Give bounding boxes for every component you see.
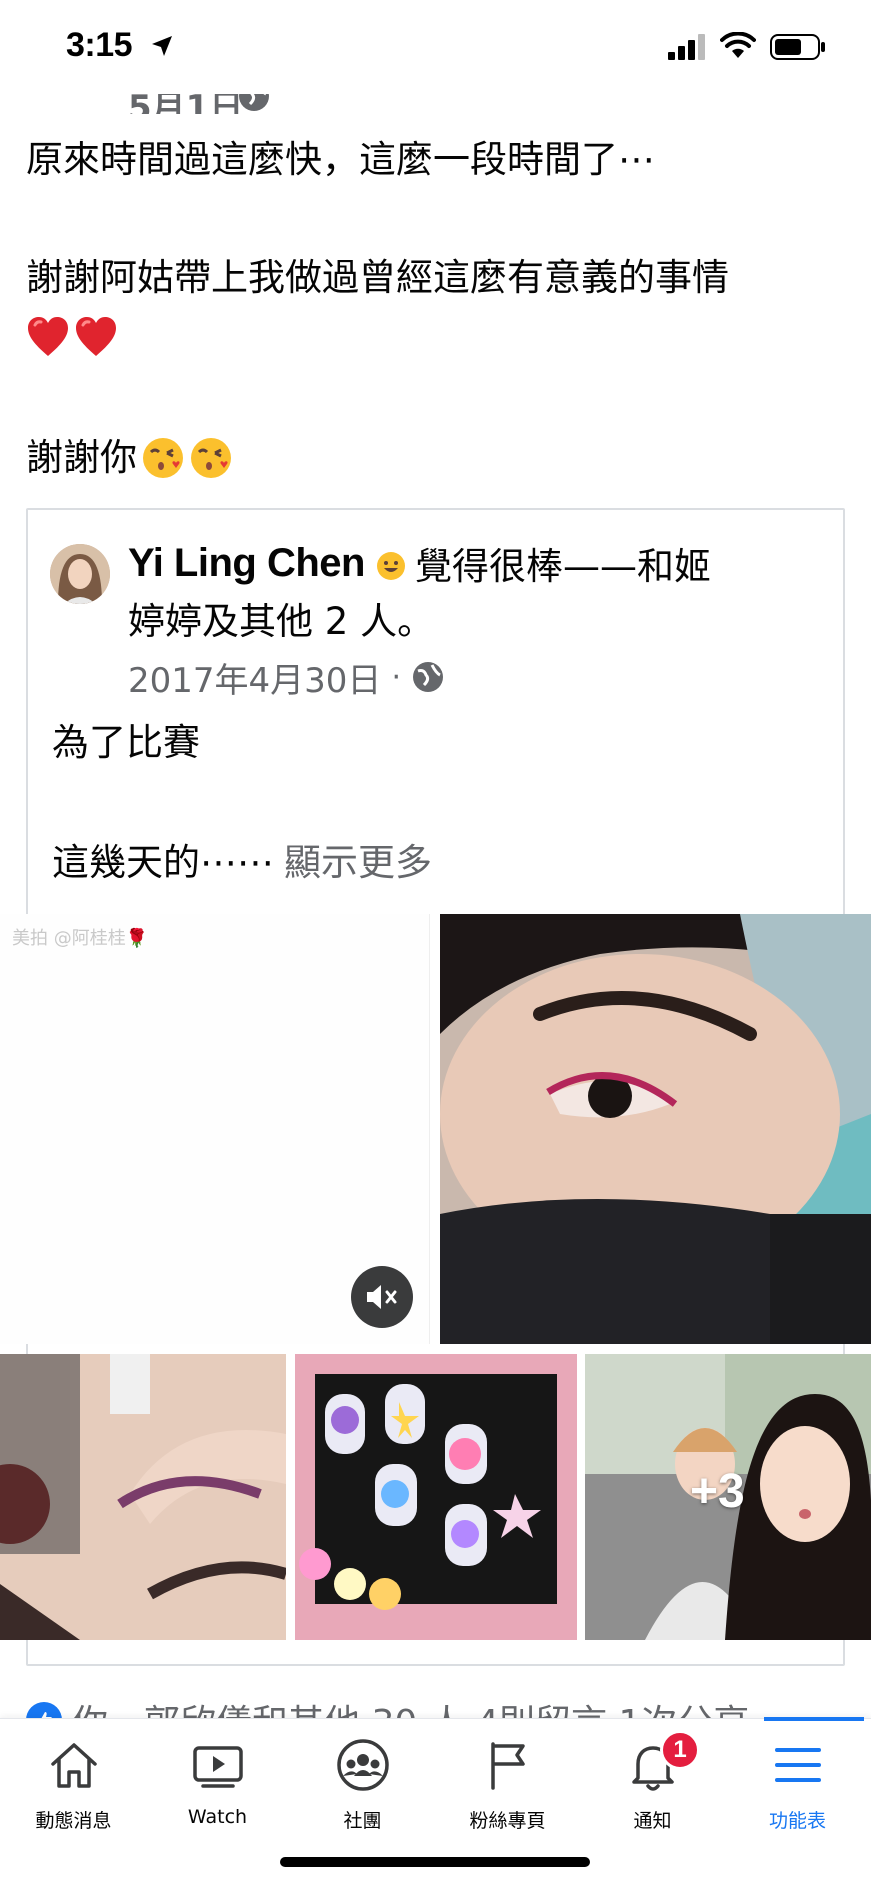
tab-watch[interactable]: Watch bbox=[145, 1736, 290, 1836]
tab-notifications[interactable]: 1 通知 bbox=[580, 1730, 725, 1836]
tab-menu[interactable]: 功能表 bbox=[725, 1736, 870, 1836]
photo-lash-closeup[interactable] bbox=[0, 1354, 286, 1640]
tagged-friends[interactable]: 婷婷及其他 2 人。 bbox=[128, 596, 434, 648]
status-time: 3:15 bbox=[66, 26, 133, 64]
feeling-text: 覺得很棒——和姬 bbox=[414, 545, 711, 588]
home-icon bbox=[50, 1743, 97, 1788]
home-indicator[interactable] bbox=[280, 1857, 590, 1867]
signal-icon bbox=[668, 34, 705, 60]
kiss-face-icon bbox=[143, 438, 183, 478]
post-text-line-1: 原來時間過這麼快，這麼一段時間了⋯ bbox=[26, 138, 655, 181]
location-arrow-icon bbox=[152, 36, 172, 56]
menu-icon bbox=[774, 1748, 821, 1782]
red-heart-icon bbox=[76, 317, 116, 356]
post-date-cut: 5月1日 bbox=[128, 94, 244, 114]
hearts-row bbox=[26, 316, 118, 362]
speaker-muted-icon bbox=[367, 1285, 397, 1309]
notification-badge: 1 bbox=[660, 1730, 700, 1770]
status-bar: 3:15 bbox=[0, 0, 871, 94]
wifi-icon bbox=[720, 32, 756, 58]
mute-button[interactable] bbox=[351, 1266, 413, 1328]
red-heart-icon bbox=[28, 317, 68, 356]
author-name[interactable]: Yi Ling Chen bbox=[128, 541, 365, 586]
post-text-line-3: 謝謝你 bbox=[26, 434, 233, 482]
separator-dot: · bbox=[391, 659, 401, 695]
flag-icon bbox=[490, 1742, 525, 1790]
see-more-link[interactable]: 顯示更多 bbox=[284, 841, 432, 884]
groups-icon bbox=[336, 1739, 389, 1791]
more-photos-count[interactable]: +3 bbox=[690, 1464, 745, 1519]
author-line: Yi Ling Chen 覺得很棒——和姬 bbox=[128, 536, 711, 590]
tab-pages[interactable]: 粉絲專頁 bbox=[435, 1736, 580, 1836]
tab-groups[interactable]: 社團 bbox=[290, 1736, 435, 1836]
watch-icon bbox=[192, 1746, 243, 1788]
active-tab-indicator bbox=[764, 1717, 864, 1721]
photo-eye-closeup[interactable] bbox=[440, 914, 871, 1344]
photo-nail-art[interactable] bbox=[295, 1354, 577, 1640]
avatar[interactable] bbox=[50, 544, 110, 604]
shared-post-body-2: 這幾天的⋯⋯ 顯示更多 bbox=[52, 841, 432, 884]
globe-icon bbox=[412, 662, 443, 692]
battery-icon bbox=[770, 34, 825, 60]
post-text-line-2: 謝謝阿姑帶上我做過曾經這麼有意義的事情 bbox=[26, 256, 729, 299]
post-date[interactable]: 2017年4月30日 bbox=[128, 653, 381, 702]
tab-news-feed[interactable]: 動態消息 bbox=[1, 1736, 146, 1836]
kiss-face-icon bbox=[191, 438, 231, 478]
smiley-feeling-icon bbox=[376, 552, 405, 580]
shared-post-body-1: 為了比賽 bbox=[52, 721, 200, 764]
post-meta: 2017年4月30日 · bbox=[128, 653, 445, 702]
video-watermark: 美拍 @阿桂桂🌹 bbox=[12, 928, 149, 949]
